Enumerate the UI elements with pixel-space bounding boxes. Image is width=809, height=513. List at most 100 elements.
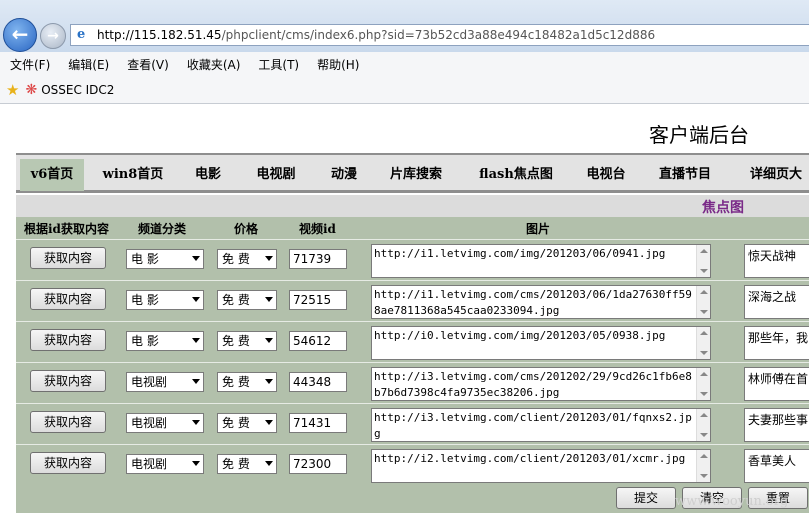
- image-url-textarea[interactable]: http://i2.letvimg.com/client/201203/01/x…: [371, 449, 711, 483]
- col-price: 价格: [234, 222, 259, 236]
- menu-file[interactable]: 文件(F): [10, 56, 50, 73]
- chevron-down-icon: [192, 256, 200, 261]
- fetch-content-button[interactable]: 获取内容: [30, 370, 106, 392]
- price-select[interactable]: 免 费: [217, 290, 277, 310]
- tab-detail-page[interactable]: 详细页大: [744, 159, 808, 191]
- page-content: 客户端后台 v6首页 win8首页 电影 电视剧 动漫 片库搜索 flash焦点…: [0, 105, 809, 513]
- scrollbar[interactable]: [696, 245, 710, 277]
- price-select[interactable]: 免 费: [217, 413, 277, 433]
- tab-library-search[interactable]: 片库搜索: [384, 159, 448, 191]
- video-id-input[interactable]: 44348: [289, 372, 347, 392]
- price-select[interactable]: 免 费: [217, 454, 277, 474]
- video-id-input[interactable]: 71739: [289, 249, 347, 269]
- image-url-textarea[interactable]: http://i3.letvimg.com/client/201203/01/f…: [371, 408, 711, 442]
- menu-tools[interactable]: 工具(T): [258, 56, 299, 73]
- tab-movie[interactable]: 电影: [186, 159, 230, 191]
- tab-tv-station[interactable]: 电视台: [580, 159, 632, 191]
- watermark: www.wooyun.org: [675, 494, 789, 509]
- menu-favorites[interactable]: 收藏夹(A): [187, 56, 241, 73]
- fetch-content-button[interactable]: 获取内容: [30, 288, 106, 310]
- title-input[interactable]: 夫妻那些事: [744, 408, 809, 442]
- channel-select[interactable]: 电视剧: [126, 413, 204, 433]
- title-input[interactable]: 香草美人: [744, 449, 809, 483]
- video-id-input[interactable]: 71431: [289, 413, 347, 433]
- image-url-textarea[interactable]: http://i1.letvimg.com/img/201203/06/0941…: [371, 244, 711, 278]
- image-url-textarea[interactable]: http://i0.letvimg.com/img/201203/05/0938…: [371, 326, 711, 360]
- url-text: http://115.182.51.45/phpclient/cms/index…: [97, 28, 656, 42]
- chevron-down-icon: [265, 297, 273, 302]
- title-input[interactable]: 林师傅在首: [744, 367, 809, 401]
- submit-button[interactable]: 提交: [616, 487, 676, 509]
- chevron-down-icon: [192, 338, 200, 343]
- price-select[interactable]: 免 费: [217, 249, 277, 269]
- image-url-textarea[interactable]: http://i3.letvimg.com/cms/201202/29/9cd2…: [371, 367, 711, 401]
- table-row: 获取内容 电 影 免 费 54612 http://i0.letvimg.com…: [16, 321, 809, 361]
- fetch-content-button[interactable]: 获取内容: [30, 411, 106, 433]
- fetch-content-button[interactable]: 获取内容: [30, 247, 106, 269]
- page-title: 客户端后台: [649, 123, 749, 147]
- chevron-down-icon: [265, 379, 273, 384]
- nav-tabs: v6首页 win8首页 电影 电视剧 动漫 片库搜索 flash焦点图 电视台 …: [16, 153, 809, 193]
- scrollbar[interactable]: [696, 327, 710, 359]
- channel-select[interactable]: 电 影: [126, 290, 204, 310]
- price-select[interactable]: 免 费: [217, 372, 277, 392]
- col-fetch-by-id: 根据id获取内容: [24, 222, 109, 236]
- fetch-content-button[interactable]: 获取内容: [30, 329, 106, 351]
- menu-bar: 文件(F) 编辑(E) 查看(V) 收藏夹(A) 工具(T) 帮助(H): [0, 52, 809, 76]
- image-url-textarea[interactable]: http://i1.letvimg.com/cms/201203/06/1da2…: [371, 285, 711, 319]
- channel-select[interactable]: 电 影: [126, 331, 204, 351]
- tab-live-shows[interactable]: 直播节目: [652, 159, 718, 191]
- section-header: 焦点图: [16, 195, 809, 217]
- chevron-down-icon: [192, 461, 200, 466]
- col-image: 图片: [526, 222, 551, 236]
- favorites-star-icon[interactable]: ★: [6, 81, 19, 99]
- col-video-id: 视频id: [299, 222, 336, 236]
- title-input[interactable]: 惊天战神: [744, 244, 809, 278]
- col-channel: 频道分类: [138, 222, 187, 236]
- chevron-down-icon: [265, 338, 273, 343]
- fetch-content-button[interactable]: 获取内容: [30, 452, 106, 474]
- section-title: 焦点图: [702, 200, 744, 216]
- scrollbar[interactable]: [696, 409, 710, 441]
- table-row: 获取内容 电 影 免 费 72515 http://i1.letvimg.com…: [16, 280, 809, 320]
- video-id-input[interactable]: 72300: [289, 454, 347, 474]
- scrollbar[interactable]: [696, 450, 710, 482]
- tab-anime[interactable]: 动漫: [322, 159, 366, 191]
- table-row: 获取内容 电视剧 免 费 44348 http://i3.letvimg.com…: [16, 362, 809, 402]
- tab-flash-focus[interactable]: flash焦点图: [476, 159, 556, 191]
- channel-select[interactable]: 电 影: [126, 249, 204, 269]
- favorite-link[interactable]: OSSEC IDC2: [41, 83, 114, 97]
- price-select[interactable]: 免 费: [217, 331, 277, 351]
- favorites-bar: ★ ❋ OSSEC IDC2: [0, 76, 809, 104]
- chevron-down-icon: [192, 297, 200, 302]
- chevron-down-icon: [192, 379, 200, 384]
- tab-win8-home[interactable]: win8首页: [98, 159, 168, 191]
- forward-arrow-icon[interactable]: →: [40, 23, 66, 49]
- browser-toolbar: ← → e http://115.182.51.45/phpclient/cms…: [0, 0, 809, 52]
- tab-tv-series[interactable]: 电视剧: [248, 159, 304, 191]
- video-id-input[interactable]: 54612: [289, 331, 347, 351]
- focus-grid: 根据id获取内容 频道分类 价格 视频id 图片 获取内容 电 影 免 费 71…: [16, 217, 809, 513]
- chevron-down-icon: [192, 420, 200, 425]
- table-header: 根据id获取内容 频道分类 价格 视频id 图片: [16, 217, 809, 239]
- site-swirl-icon: ❋: [25, 81, 38, 98]
- tab-v6-home[interactable]: v6首页: [20, 159, 84, 191]
- chevron-down-icon: [265, 420, 273, 425]
- chevron-down-icon: [265, 461, 273, 466]
- video-id-input[interactable]: 72515: [289, 290, 347, 310]
- back-arrow-icon[interactable]: ←: [3, 18, 37, 52]
- ie-page-icon: e: [77, 27, 86, 42]
- address-bar[interactable]: e http://115.182.51.45/phpclient/cms/ind…: [70, 24, 809, 46]
- title-input[interactable]: 深海之战: [744, 285, 809, 319]
- title-input[interactable]: 那些年，我: [744, 326, 809, 360]
- channel-select[interactable]: 电视剧: [126, 372, 204, 392]
- channel-select[interactable]: 电视剧: [126, 454, 204, 474]
- scrollbar[interactable]: [696, 368, 710, 400]
- scrollbar[interactable]: [696, 286, 710, 318]
- table-row: 获取内容 电视剧 免 费 71431 http://i3.letvimg.com…: [16, 403, 809, 443]
- menu-help[interactable]: 帮助(H): [317, 56, 359, 73]
- table-row: 获取内容 电视剧 免 费 72300 http://i2.letvimg.com…: [16, 444, 809, 484]
- menu-view[interactable]: 查看(V): [127, 56, 169, 73]
- table-row: 获取内容 电 影 免 费 71739 http://i1.letvimg.com…: [16, 239, 809, 279]
- menu-edit[interactable]: 编辑(E): [68, 56, 109, 73]
